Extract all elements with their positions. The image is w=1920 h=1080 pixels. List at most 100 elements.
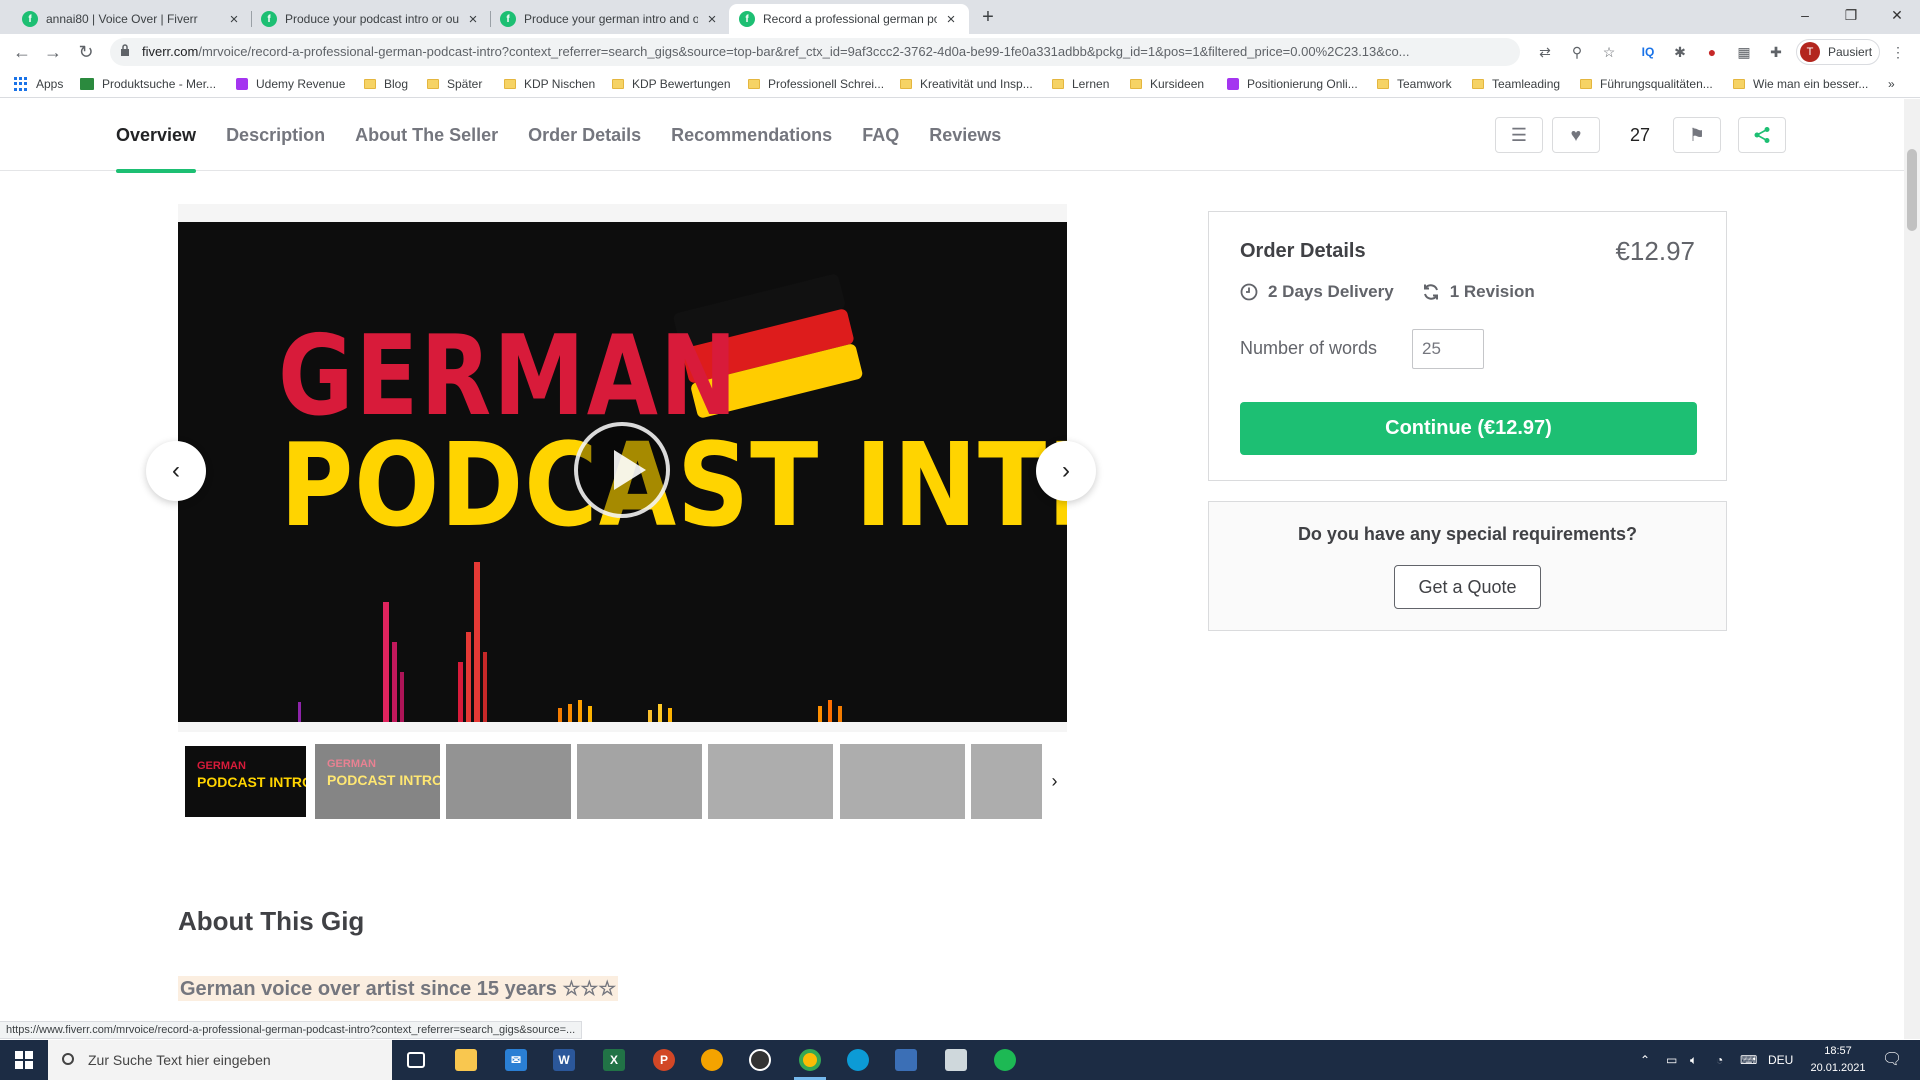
- edge-icon[interactable]: [838, 1044, 878, 1076]
- browser-tab[interactable]: f annai80 | Voice Over | Fiverr ×: [12, 4, 252, 34]
- continue-button[interactable]: Continue (€12.97): [1240, 402, 1697, 455]
- bookmark-folder[interactable]: KDP Bewertungen: [612, 70, 731, 98]
- browser-tab-active[interactable]: f Record a professional german po ×: [729, 4, 969, 34]
- scrollbar-thumb[interactable]: [1907, 149, 1917, 231]
- close-tab-icon[interactable]: ×: [465, 11, 481, 28]
- bookmark-folder[interactable]: Blog: [364, 70, 408, 98]
- gig-nav-description[interactable]: Description: [226, 99, 325, 171]
- bookmark-item[interactable]: Udemy Revenue: [236, 70, 345, 98]
- gallery-thumbnail[interactable]: GERMAN PODCAST INTRO: [183, 744, 308, 819]
- chrome-icon[interactable]: [790, 1044, 830, 1080]
- bookmark-folder[interactable]: Teamwork: [1377, 70, 1452, 98]
- bookmark-folder[interactable]: Kreativität und Insp...: [900, 70, 1033, 98]
- powerpoint-icon[interactable]: P: [644, 1044, 684, 1076]
- bookmark-folder[interactable]: Kursideen: [1130, 70, 1204, 98]
- language-indicator[interactable]: DEU: [1768, 1040, 1793, 1080]
- profile-button[interactable]: T Pausiert: [1796, 39, 1880, 65]
- gig-nav-recommendations[interactable]: Recommendations: [671, 99, 832, 171]
- like-button[interactable]: ♥: [1552, 117, 1600, 153]
- close-window-icon[interactable]: ✕: [1874, 0, 1920, 30]
- taskbar-search-box[interactable]: Zur Suche Text hier eingeben: [48, 1040, 392, 1080]
- browser-tab[interactable]: f Produce your podcast intro or ou ×: [251, 4, 491, 34]
- taskbar-clock[interactable]: 18:57 20.01.2021: [1808, 1043, 1868, 1077]
- iq-extension-icon[interactable]: IQ: [1636, 40, 1660, 64]
- bookmark-folder[interactable]: KDP Nischen: [504, 70, 595, 98]
- volume-icon[interactable]: 🔈︎: [1690, 1040, 1697, 1080]
- back-icon[interactable]: ←: [10, 40, 34, 64]
- new-tab-button[interactable]: +: [976, 5, 1000, 29]
- app-icon[interactable]: [692, 1044, 732, 1076]
- address-bar[interactable]: fiverr.com/mrvoice/record-a-professional…: [110, 38, 1520, 66]
- windows-start-button[interactable]: [0, 1040, 48, 1080]
- folder-icon: [1733, 79, 1745, 89]
- collections-menu-button[interactable]: ☰: [1495, 117, 1543, 153]
- gallery-next-button[interactable]: ›: [1036, 441, 1096, 501]
- excel-icon[interactable]: X: [594, 1044, 634, 1076]
- folder-icon: [1130, 79, 1142, 89]
- puzzle-icon[interactable]: ✚: [1764, 40, 1788, 64]
- grid-extension-icon[interactable]: ▦: [1732, 40, 1756, 64]
- bookmark-item[interactable]: Positionierung Onli...: [1227, 70, 1358, 98]
- browser-menu-icon[interactable]: ⋮: [1886, 40, 1910, 64]
- bookmarks-overflow-icon[interactable]: »: [1888, 70, 1895, 98]
- address-url[interactable]: fiverr.com/mrvoice/record-a-professional…: [142, 38, 1492, 66]
- gallery-thumbnail[interactable]: GERMAN PODCAST INTRO: [315, 744, 440, 819]
- keyboard-icon[interactable]: ⌨: [1740, 1040, 1757, 1080]
- share-button[interactable]: [1738, 117, 1786, 153]
- file-explorer-icon[interactable]: [446, 1044, 486, 1076]
- get-quote-button[interactable]: Get a Quote: [1394, 565, 1541, 609]
- tray-chevron-icon[interactable]: ⌃: [1640, 1040, 1650, 1080]
- play-icon[interactable]: [574, 422, 670, 518]
- translate-icon[interactable]: ⇄: [1533, 40, 1557, 64]
- bookmark-star-icon[interactable]: ☆: [1597, 40, 1621, 64]
- bookmark-folder[interactable]: Professionell Schrei...: [748, 70, 884, 98]
- bookmark-item[interactable]: Produktsuche - Mer...: [80, 70, 216, 98]
- obs-icon[interactable]: [740, 1044, 780, 1076]
- bookmark-apps[interactable]: Apps: [14, 70, 63, 98]
- spotify-icon[interactable]: [985, 1044, 1025, 1076]
- bookmark-folder[interactable]: Führungsqualitäten...: [1580, 70, 1713, 98]
- zoom-icon[interactable]: ⚲: [1565, 40, 1589, 64]
- extension-badge-icon[interactable]: ●: [1700, 40, 1724, 64]
- page-scrollbar[interactable]: [1904, 99, 1920, 1039]
- gig-nav-faq[interactable]: FAQ: [862, 99, 899, 171]
- app-icon[interactable]: [886, 1044, 926, 1076]
- close-tab-icon[interactable]: ×: [943, 11, 959, 28]
- words-count-input[interactable]: [1412, 329, 1484, 369]
- browser-tab[interactable]: f Produce your german intro and o ×: [490, 4, 730, 34]
- gig-nav-overview[interactable]: Overview: [116, 99, 197, 173]
- mail-icon[interactable]: ✉: [496, 1044, 536, 1076]
- reload-icon[interactable]: ↻: [74, 40, 98, 64]
- gallery-thumbnail[interactable]: [840, 744, 965, 819]
- notifications-icon[interactable]: 🗨︎: [1882, 1040, 1902, 1080]
- gallery-thumbnail[interactable]: [708, 744, 833, 819]
- extension-icon[interactable]: ✱: [1668, 40, 1692, 64]
- forward-icon[interactable]: →: [41, 40, 65, 64]
- clock-icon: [1240, 283, 1258, 301]
- app-icon[interactable]: [936, 1044, 976, 1076]
- gallery-prev-button[interactable]: ‹: [146, 441, 206, 501]
- close-tab-icon[interactable]: ×: [226, 11, 242, 28]
- task-view-icon[interactable]: [396, 1044, 436, 1076]
- about-gig-subtitle: German voice over artist since 15 years …: [178, 976, 619, 1001]
- close-tab-icon[interactable]: ×: [704, 11, 720, 28]
- gig-nav-reviews[interactable]: Reviews: [929, 99, 1001, 171]
- restore-icon[interactable]: ❐: [1828, 0, 1874, 30]
- heart-icon: ♥: [1570, 124, 1582, 145]
- gig-video-player[interactable]: GERMAN PODCAST INTRO: [178, 222, 1067, 722]
- gallery-thumbnail[interactable]: [446, 744, 571, 819]
- bookmark-folder[interactable]: Später: [427, 70, 482, 98]
- thumbnails-next-button[interactable]: ›: [1042, 744, 1067, 819]
- url-domain: fiverr.com: [142, 44, 199, 59]
- bookmark-folder[interactable]: Wie man ein besser...: [1733, 70, 1868, 98]
- network-icon[interactable]: ◔: [1716, 1040, 1723, 1080]
- word-icon[interactable]: W: [544, 1044, 584, 1076]
- gig-nav-about-seller[interactable]: About The Seller: [355, 99, 498, 171]
- gig-nav-order-details[interactable]: Order Details: [528, 99, 641, 171]
- bookmark-folder[interactable]: Lernen: [1052, 70, 1109, 98]
- tray-icon[interactable]: ▭: [1666, 1040, 1677, 1080]
- minimize-icon[interactable]: –: [1782, 0, 1828, 30]
- bookmark-folder[interactable]: Teamleading: [1472, 70, 1560, 98]
- report-button[interactable]: ⚑: [1673, 117, 1721, 153]
- gallery-thumbnail[interactable]: [577, 744, 702, 819]
